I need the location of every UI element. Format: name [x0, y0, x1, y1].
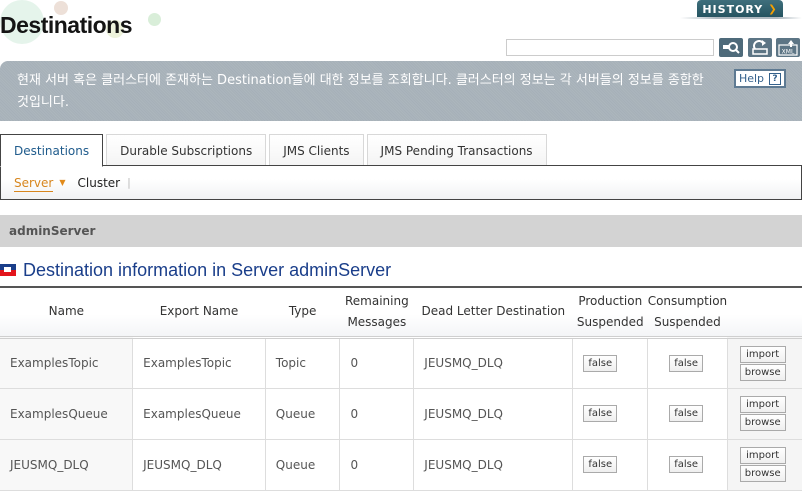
help-icon: ?	[769, 72, 782, 85]
caret-down-icon: ▼	[59, 178, 66, 187]
cell-dead-letter-destination: JEUSMQ_DLQ	[413, 336, 574, 389]
divider	[680, 17, 802, 19]
destinations-table: Name Export Name Type Remaining Messages …	[0, 286, 802, 491]
subnav-cluster[interactable]: Cluster	[78, 176, 121, 190]
cell-type: Queue	[264, 438, 341, 491]
cell-name: ExamplesQueue	[0, 387, 134, 440]
tab-jms-clients[interactable]: JMS Clients	[269, 134, 364, 166]
table-row: JEUSMQ_DLQ JEUSMQ_DLQ Queue 0 JEUSMQ_DLQ…	[0, 438, 802, 491]
subnav-server[interactable]: Server	[14, 176, 54, 192]
description-text: 현재 서버 혹은 클러스터에 존재하는 Destination들에 대한 정보를…	[17, 73, 704, 110]
col-header-remaining-messages: Remaining Messages	[339, 287, 414, 339]
search-button[interactable]	[719, 38, 743, 57]
help-label: Help	[738, 72, 765, 85]
browse-button[interactable]: browse	[739, 363, 786, 381]
col-header-production-suspended: Production Suspended	[572, 287, 648, 339]
cell-name: ExamplesTopic	[0, 336, 134, 389]
col-header-type: Type	[265, 287, 340, 339]
import-button[interactable]: import	[739, 345, 786, 363]
description-banner: 현재 서버 혹은 클러스터에 존재하는 Destination들에 대한 정보를…	[0, 61, 802, 121]
history-button[interactable]: HISTORY ❯	[697, 0, 783, 18]
table-row: ExamplesTopic ExamplesTopic Topic 0 JEUS…	[0, 336, 802, 389]
col-header-export-name: Export Name	[132, 287, 266, 339]
scope-subnav: Server ▼ Cluster |	[0, 165, 802, 200]
table-row: ExamplesQueue ExamplesQueue Queue 0 JEUS…	[0, 387, 802, 440]
server-header: adminServer	[0, 215, 802, 247]
cell-remaining: 0	[339, 387, 415, 440]
production-suspended-toggle[interactable]: false	[583, 405, 618, 422]
cell-name: JEUSMQ_DLQ	[0, 438, 134, 491]
col-header-actions	[727, 287, 802, 339]
decorative-circle	[148, 13, 161, 26]
production-suspended-toggle[interactable]: false	[583, 456, 618, 473]
section-header: Destination information in Server adminS…	[0, 258, 391, 282]
cell-type: Topic	[264, 336, 341, 389]
chevron-down-icon: ❯	[768, 3, 778, 15]
cell-export-name: ExamplesTopic	[132, 336, 266, 389]
cell-remaining: 0	[339, 336, 415, 389]
tab-durable-subscriptions[interactable]: Durable Subscriptions	[106, 134, 267, 166]
tab-destinations[interactable]: Destinations	[0, 134, 104, 167]
tab-bar: Destinations Durable Subscriptions JMS C…	[0, 134, 550, 167]
consumption-suspended-toggle[interactable]: false	[669, 405, 703, 422]
export-xml-button[interactable]: XML	[776, 38, 800, 57]
section-title: Destination information in Server adminS…	[23, 259, 392, 280]
col-header-consumption-suspended: Consumption Suspended	[647, 287, 728, 339]
cell-export-name: ExamplesQueue	[132, 387, 266, 440]
xml-export-icon: XML	[778, 39, 798, 56]
import-button[interactable]: import	[739, 396, 786, 413]
page-title: Destinations	[0, 12, 133, 38]
svg-text:XML: XML	[782, 48, 795, 55]
cell-remaining: 0	[339, 438, 415, 491]
tab-jms-pending-transactions[interactable]: JMS Pending Transactions	[366, 134, 547, 166]
browse-button[interactable]: browse	[739, 465, 786, 482]
help-button[interactable]: Help ?	[734, 69, 786, 88]
search-icon	[723, 42, 740, 54]
refresh-button[interactable]	[748, 38, 772, 57]
consumption-suspended-toggle[interactable]: false	[669, 354, 703, 372]
refresh-icon	[752, 40, 768, 55]
cell-type: Queue	[264, 387, 341, 440]
section-flag-icon	[0, 264, 16, 276]
separator: |	[127, 176, 131, 189]
cell-export-name: JEUSMQ_DLQ	[132, 438, 266, 491]
history-label: HISTORY	[702, 2, 764, 16]
browse-button[interactable]: browse	[739, 414, 786, 431]
consumption-suspended-toggle[interactable]: false	[669, 456, 703, 473]
cell-dead-letter-destination: JEUSMQ_DLQ	[413, 387, 574, 440]
table-header-row: Name Export Name Type Remaining Messages …	[0, 287, 802, 339]
import-button[interactable]: import	[739, 447, 786, 464]
col-header-dead-letter-destination: Dead Letter Destination	[413, 287, 573, 339]
search-input[interactable]	[506, 39, 714, 56]
col-header-name: Name	[0, 287, 133, 339]
cell-dead-letter-destination: JEUSMQ_DLQ	[413, 438, 574, 491]
production-suspended-toggle[interactable]: false	[583, 354, 618, 372]
